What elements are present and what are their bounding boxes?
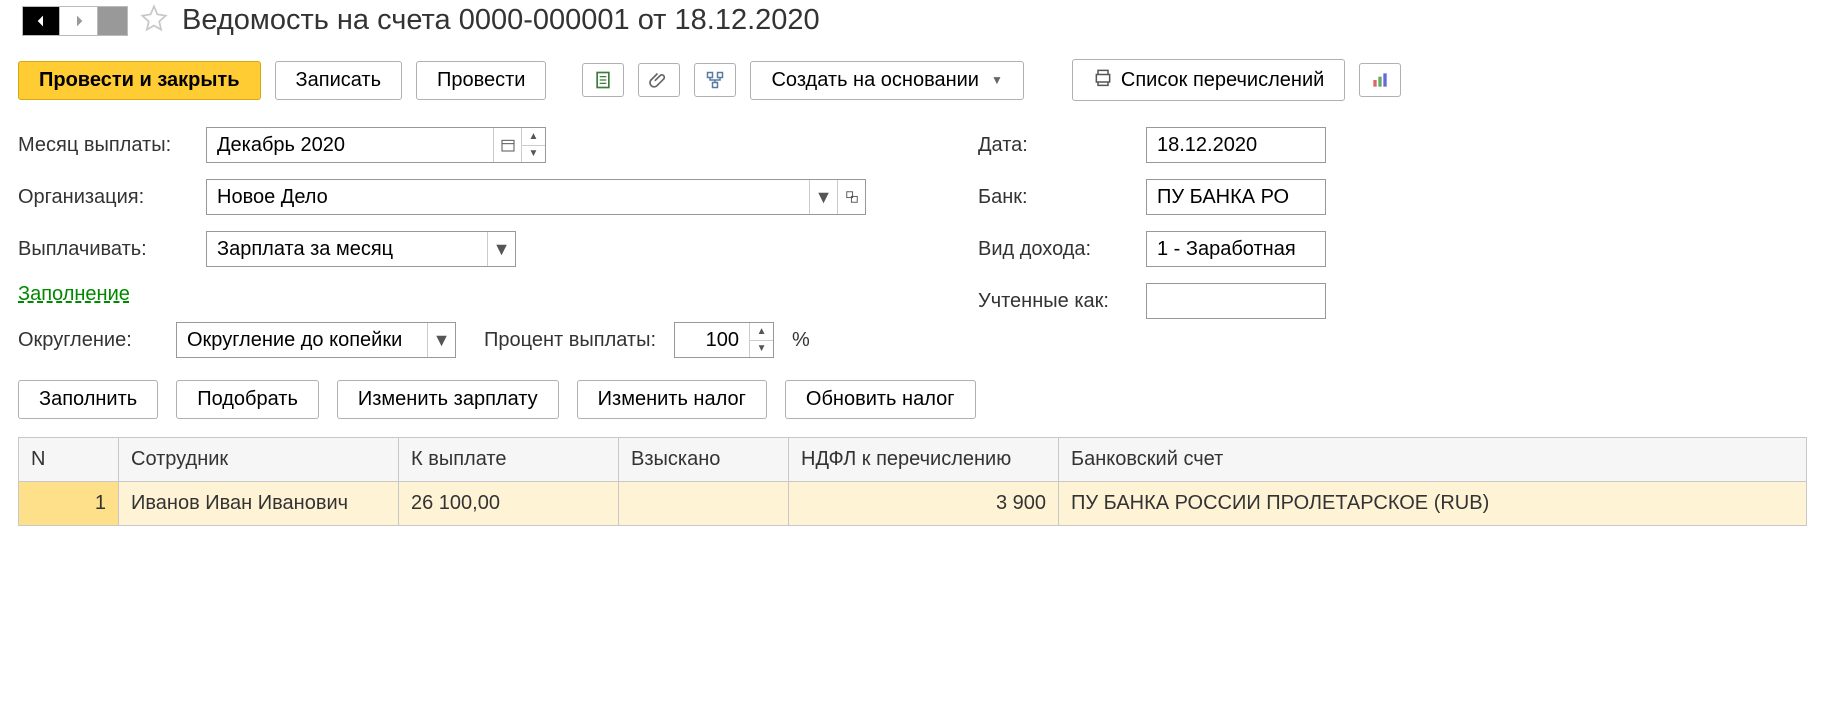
col-n: N: [19, 438, 119, 482]
table-header-row: N Сотрудник К выплате Взыскано НДФЛ к пе…: [19, 438, 1807, 482]
income-input-text[interactable]: [1147, 232, 1325, 266]
table-row[interactable]: 1Иванов Иван Иванович26 100,00 3 900ПУ БА…: [19, 482, 1807, 526]
round-label: Округление:: [18, 329, 158, 352]
chart-icon-button[interactable]: [1359, 63, 1401, 97]
bank-input-text[interactable]: [1147, 180, 1325, 214]
income-label: Вид дохода:: [978, 238, 1128, 261]
printer-icon: [1093, 67, 1113, 93]
org-input-text[interactable]: [207, 180, 809, 214]
payroll-table[interactable]: N Сотрудник К выплате Взыскано НДФЛ к пе…: [18, 437, 1807, 526]
percent-suffix: %: [792, 329, 810, 352]
table-action-row: Заполнить Подобрать Изменить зарплату Из…: [18, 366, 1807, 431]
col-ndfl: НДФЛ к перечислению: [789, 438, 1059, 482]
date-input-text[interactable]: [1147, 128, 1325, 162]
date-label: Дата:: [978, 134, 1128, 157]
percent-spinner[interactable]: ▲▼: [749, 323, 773, 357]
transfer-list-button[interactable]: Список перечислений: [1072, 59, 1345, 101]
fill-link[interactable]: Заполнение: [18, 283, 130, 306]
update-tax-button[interactable]: Обновить налог: [785, 380, 976, 419]
post-button[interactable]: Провести: [416, 61, 546, 100]
org-input[interactable]: ▼: [206, 179, 866, 215]
cell-withheld: [619, 482, 789, 526]
percent-label: Процент выплаты:: [484, 329, 656, 352]
change-salary-button[interactable]: Изменить зарплату: [337, 380, 559, 419]
nav-back-button[interactable]: [22, 6, 60, 36]
accounted-input-text[interactable]: [1147, 284, 1325, 318]
command-toolbar: Провести и закрыть Записать Провести Соз…: [18, 55, 1807, 119]
dropdown-icon[interactable]: ▼: [809, 180, 837, 214]
structure-icon-button[interactable]: [694, 63, 736, 97]
nav-forward-button[interactable]: [60, 6, 98, 36]
pay-label: Выплачивать:: [18, 238, 188, 261]
month-label: Месяц выплаты:: [18, 134, 188, 157]
cell-to-pay: 26 100,00: [399, 482, 619, 526]
change-tax-button[interactable]: Изменить налог: [577, 380, 767, 419]
report-icon-button[interactable]: [582, 63, 624, 97]
pick-button[interactable]: Подобрать: [176, 380, 319, 419]
round-input[interactable]: ▼: [176, 322, 456, 358]
cell-ndfl: 3 900: [789, 482, 1059, 526]
cell-bank-acct: ПУ БАНКА РОССИИ ПРОЛЕТАРСКОЕ (RUB): [1059, 482, 1807, 526]
create-based-on-button[interactable]: Создать на основании▼: [750, 61, 1023, 100]
cell-employee: Иванов Иван Иванович: [119, 482, 399, 526]
income-input[interactable]: [1146, 231, 1326, 267]
col-employee: Сотрудник: [119, 438, 399, 482]
spinner-down-icon: ▼: [522, 146, 545, 163]
month-input[interactable]: ▲ ▼: [206, 127, 546, 163]
percent-input-text[interactable]: [675, 323, 749, 357]
post-and-close-button[interactable]: Провести и закрыть: [18, 61, 261, 100]
page-title: Ведомость на счета 0000-000001 от 18.12.…: [182, 4, 820, 37]
col-to-pay: К выплате: [399, 438, 619, 482]
month-spinner[interactable]: ▲ ▼: [521, 128, 545, 162]
round-input-text[interactable]: [177, 323, 427, 357]
accounted-input[interactable]: [1146, 283, 1326, 319]
chevron-down-icon: ▼: [991, 73, 1003, 87]
pay-input-text[interactable]: [207, 232, 487, 266]
month-input-text[interactable]: [207, 128, 493, 162]
dropdown-icon[interactable]: ▼: [427, 323, 455, 357]
fill-button[interactable]: Заполнить: [18, 380, 158, 419]
org-label: Организация:: [18, 186, 188, 209]
spinner-up-icon: ▲: [522, 128, 545, 146]
accounted-label: Учтенные как:: [978, 290, 1128, 313]
nav-extra-button[interactable]: [98, 6, 128, 36]
titlebar: Ведомость на счета 0000-000001 от 18.12.…: [18, 0, 1807, 55]
date-input[interactable]: [1146, 127, 1326, 163]
save-button[interactable]: Записать: [275, 61, 402, 100]
favorite-star-icon[interactable]: [140, 4, 168, 37]
percent-input[interactable]: ▲▼: [674, 322, 774, 358]
bank-input[interactable]: [1146, 179, 1326, 215]
col-withheld: Взыскано: [619, 438, 789, 482]
open-ref-icon[interactable]: [837, 180, 865, 214]
attachment-icon-button[interactable]: [638, 63, 680, 97]
calendar-icon[interactable]: [493, 128, 521, 162]
cell-n: 1: [19, 482, 119, 526]
dropdown-icon[interactable]: ▼: [487, 232, 515, 266]
pay-input[interactable]: ▼: [206, 231, 516, 267]
col-bank-acct: Банковский счет: [1059, 438, 1807, 482]
nav-buttons: [22, 6, 128, 36]
bank-label: Банк:: [978, 186, 1128, 209]
